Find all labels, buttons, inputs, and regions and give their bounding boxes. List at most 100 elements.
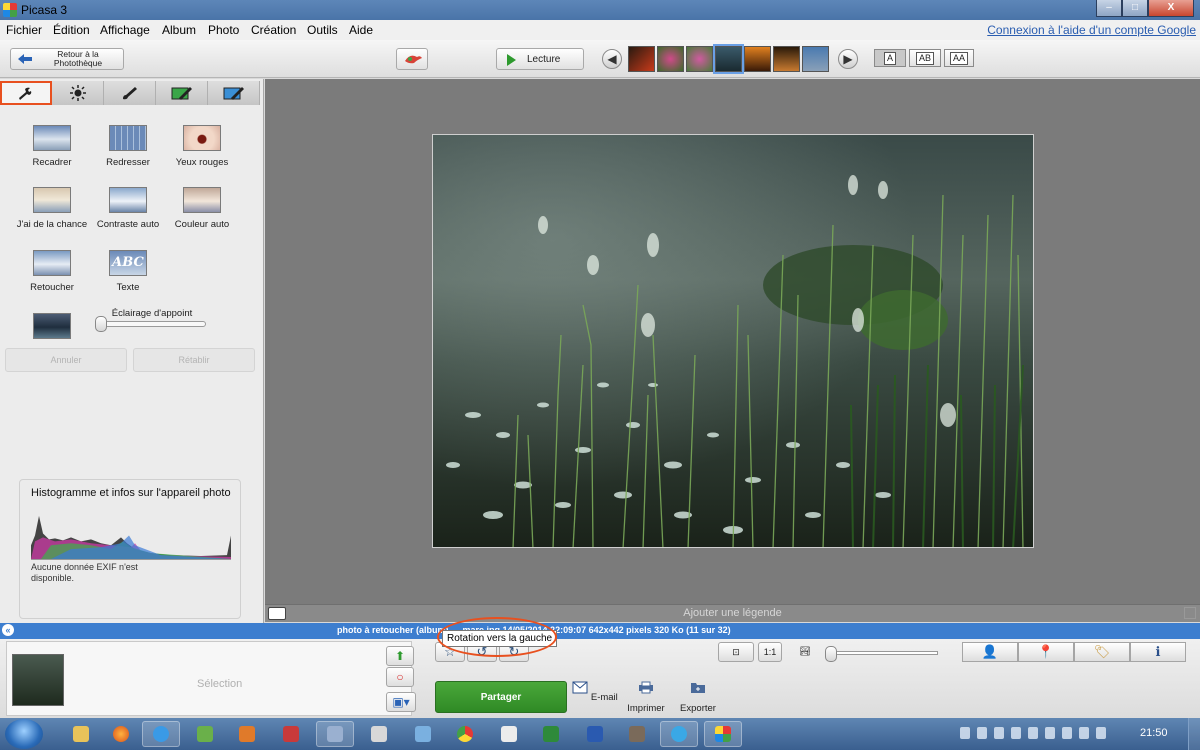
- minimize-button[interactable]: –: [1096, 0, 1122, 17]
- maximize-button[interactable]: □: [1122, 0, 1148, 17]
- menu-photo[interactable]: Photo: [208, 23, 239, 37]
- fill-light-slider[interactable]: [95, 316, 206, 332]
- redo-button[interactable]: Rétablir: [133, 348, 255, 372]
- picasa-app-icon: [3, 3, 17, 17]
- menu-fichier[interactable]: Fichier: [6, 23, 42, 37]
- volume-icon[interactable]: [1011, 727, 1021, 739]
- photo-filmstrip: [628, 44, 829, 74]
- auto-color-label: Couleur auto: [174, 219, 230, 230]
- selection-label: Sélection: [197, 678, 243, 690]
- tab-basic-fixes[interactable]: [0, 81, 52, 105]
- menu-outils[interactable]: Outils: [307, 23, 338, 37]
- fit-zoom-button[interactable]: ⊡: [718, 642, 754, 662]
- filmstrip-thumb[interactable]: [628, 46, 655, 72]
- filmstrip-thumb[interactable]: [686, 46, 713, 72]
- clear-selection-icon[interactable]: ○: [386, 667, 414, 687]
- app-taskbar-icon[interactable]: [316, 721, 354, 747]
- show-desktop-button[interactable]: [1188, 718, 1200, 750]
- explorer-taskbar-icon[interactable]: [62, 721, 100, 747]
- previous-photo-button[interactable]: ◀: [602, 49, 622, 69]
- tag-icon[interactable]: 🏷: [1074, 642, 1130, 662]
- location-pin-icon[interactable]: 📍: [1018, 642, 1074, 662]
- app-taskbar-icon[interactable]: [186, 721, 224, 747]
- caption-mode-ab[interactable]: AB: [909, 49, 941, 67]
- main-photo[interactable]: [432, 134, 1034, 548]
- redeye-tool[interactable]: Yeux rouges: [162, 125, 242, 168]
- ie-taskbar-icon[interactable]: [142, 721, 180, 747]
- app-taskbar-icon[interactable]: [360, 721, 398, 747]
- upload-dropdown-icon[interactable]: ▣▾: [386, 692, 416, 712]
- picasa-web-button[interactable]: [396, 48, 428, 70]
- filmstrip-thumb[interactable]: [744, 46, 771, 72]
- email-action[interactable]: E-mail: [570, 681, 620, 703]
- calculator-taskbar-icon[interactable]: [490, 721, 528, 747]
- filmstrip-thumb[interactable]: [773, 46, 800, 72]
- feeling-lucky-tool[interactable]: J'ai de la chance: [12, 187, 92, 230]
- app-taskbar-icon[interactable]: [272, 721, 310, 747]
- google-help-link[interactable]: Connexion à l'aide d'un compte Google: [987, 23, 1196, 37]
- filmstrip-thumb[interactable]: [657, 46, 684, 72]
- pond-reeds-image: [433, 135, 1033, 547]
- info-icon[interactable]: ℹ: [1130, 642, 1186, 662]
- word-taskbar-icon[interactable]: [576, 721, 614, 747]
- slider-knob[interactable]: [95, 316, 107, 332]
- skype-taskbar-icon[interactable]: [660, 721, 698, 747]
- back-to-library-button[interactable]: Retour à la Photothèque: [10, 48, 124, 70]
- close-button[interactable]: X: [1148, 0, 1194, 17]
- app-tray-icon[interactable]: [1096, 727, 1106, 739]
- start-orb-icon[interactable]: [5, 719, 43, 749]
- menu-creation[interactable]: Création: [251, 23, 296, 37]
- undo-button[interactable]: Annuler: [5, 348, 127, 372]
- menu-album[interactable]: Album: [162, 23, 196, 37]
- caption-input[interactable]: Ajouter une légende: [265, 607, 1200, 619]
- people-icon[interactable]: 👤: [962, 642, 1018, 662]
- auto-color-tool[interactable]: Couleur auto: [162, 187, 242, 230]
- taskbar-clock[interactable]: 21:50: [1140, 727, 1168, 739]
- flag-icon[interactable]: [977, 727, 987, 739]
- caption-expand-icon[interactable]: [1184, 607, 1196, 619]
- show-hidden-icons-icon[interactable]: [960, 727, 970, 739]
- network-icon[interactable]: [994, 727, 1004, 739]
- tab-tuning[interactable]: [52, 81, 104, 105]
- retouch-tool[interactable]: Retoucher: [12, 250, 92, 293]
- menu-aide[interactable]: Aide: [349, 23, 373, 37]
- picasa-taskbar-icon[interactable]: [704, 721, 742, 747]
- printer-icon: [639, 681, 653, 694]
- dropbox-icon[interactable]: [1062, 727, 1072, 739]
- slideshow-play-button[interactable]: Lecture: [496, 48, 584, 70]
- zoom-slider[interactable]: [825, 646, 938, 662]
- firefox-taskbar-icon[interactable]: [102, 721, 140, 747]
- next-photo-button[interactable]: ▶: [838, 49, 858, 69]
- chrome-taskbar-icon[interactable]: [446, 721, 484, 747]
- app-taskbar-icon[interactable]: [404, 721, 442, 747]
- caption-mode-aa[interactable]: AA: [944, 49, 974, 67]
- export-action[interactable]: Exporter: [673, 681, 723, 714]
- gimp-taskbar-icon[interactable]: [618, 721, 656, 747]
- color-icon: [183, 187, 221, 213]
- drive-icon[interactable]: [1079, 727, 1089, 739]
- menu-edition[interactable]: Édition: [53, 23, 90, 37]
- app-taskbar-icon[interactable]: [228, 721, 266, 747]
- device-icon[interactable]: [1028, 727, 1038, 739]
- excel-taskbar-icon[interactable]: [532, 721, 570, 747]
- selected-photo-thumb[interactable]: [12, 654, 64, 706]
- tab-effects-green[interactable]: [156, 81, 208, 105]
- battery-icon[interactable]: [1045, 727, 1055, 739]
- caption-bar: Ajouter une légende: [265, 604, 1200, 622]
- straighten-tool[interactable]: Redresser: [88, 125, 168, 168]
- print-action[interactable]: Imprimer: [621, 681, 671, 714]
- filmstrip-thumb[interactable]: [802, 46, 829, 72]
- pin-icon[interactable]: ⬆: [386, 646, 414, 666]
- one-to-one-zoom-button[interactable]: 1:1: [758, 642, 782, 662]
- tab-effects-blue[interactable]: [208, 81, 260, 105]
- share-button[interactable]: Partager: [435, 681, 567, 713]
- menu-affichage[interactable]: Affichage: [100, 23, 150, 37]
- crop-tool[interactable]: Recadrer: [12, 125, 92, 168]
- tab-effects[interactable]: [104, 81, 156, 105]
- zoom-slider-knob[interactable]: [825, 646, 837, 662]
- collapse-tray-icon[interactable]: «: [2, 624, 14, 636]
- text-tool[interactable]: ABC Texte: [88, 250, 168, 293]
- filmstrip-thumb-selected[interactable]: [713, 44, 744, 74]
- caption-mode-a[interactable]: A: [874, 49, 906, 67]
- auto-contrast-tool[interactable]: Contraste auto: [88, 187, 168, 230]
